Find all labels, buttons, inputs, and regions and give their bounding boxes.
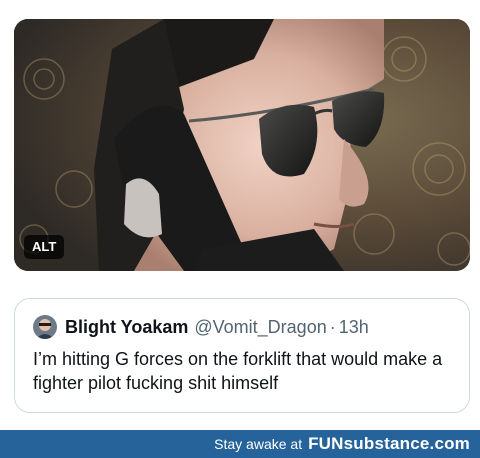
timestamp[interactable]: 13h	[339, 317, 369, 338]
footer-content: Stay awake at FUNsubstance.com	[214, 430, 470, 458]
quoted-tweet-text: I’m hitting G forces on the forklift tha…	[33, 349, 443, 393]
footer-watermark: Stay awake at FUNsubstance.com	[0, 430, 480, 458]
alt-text-button[interactable]: ALT	[24, 235, 65, 259]
author-handle[interactable]: @Vomit_Dragon	[194, 317, 326, 338]
brand-link[interactable]: FUNsubstance.com	[308, 434, 470, 454]
tweet-media[interactable]: ALT	[14, 19, 470, 271]
photo-image	[14, 19, 470, 271]
footer-tagline: Stay awake at	[214, 436, 303, 452]
quoted-tweet[interactable]: Blight Yoakam @Vomit_Dragon · 13h I’m hi…	[14, 298, 470, 413]
separator-dot: ·	[329, 316, 336, 337]
avatar[interactable]	[33, 315, 57, 339]
quoted-tweet-header: Blight Yoakam @Vomit_Dragon · 13h	[33, 315, 369, 339]
author-name[interactable]: Blight Yoakam	[65, 317, 188, 338]
